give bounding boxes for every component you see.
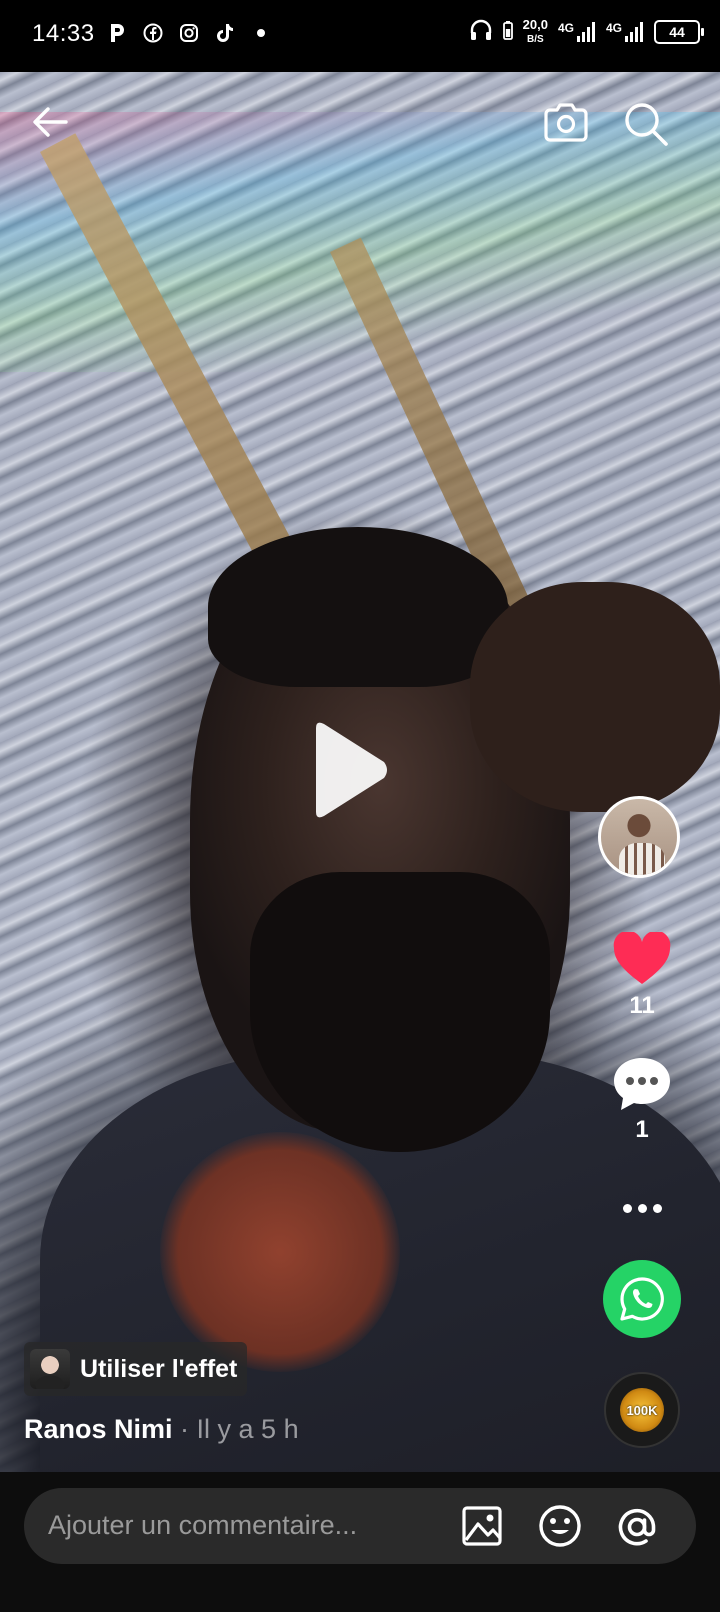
- post-info: Ranos Nimi · Il y a 5 h: [24, 1414, 299, 1445]
- search-icon: [625, 103, 668, 146]
- emoji-icon: [539, 1505, 581, 1547]
- heart-icon: [613, 930, 671, 984]
- author-avatar[interactable]: [598, 796, 680, 878]
- facebook-icon: [142, 22, 164, 44]
- more-dot: [652, 1203, 662, 1213]
- video-shirt-print: [160, 1132, 400, 1372]
- effect-label: Utiliser l'effet: [80, 1354, 238, 1383]
- author-name[interactable]: Ranos Nimi: [24, 1414, 173, 1444]
- comment-bubble-icon: [614, 1058, 670, 1110]
- use-effect-button[interactable]: Utiliser l'effet: [24, 1342, 248, 1396]
- like-count: 11: [629, 992, 655, 1019]
- tiktok-icon: [214, 22, 236, 44]
- more-dot: [637, 1203, 647, 1213]
- signal-bars-icon: [625, 22, 643, 42]
- signal-1: 4G: [558, 21, 596, 43]
- more-options-button[interactable]: [612, 1194, 672, 1222]
- comment-button[interactable]: [612, 1054, 672, 1114]
- dot-icon: [250, 22, 272, 44]
- battery-saver-icon: [502, 20, 513, 45]
- p-icon: [106, 22, 128, 44]
- status-app-icons: [106, 22, 272, 44]
- add-image-button[interactable]: [460, 1504, 504, 1548]
- camera-icon: [544, 103, 588, 142]
- comment-count: 1: [635, 1116, 649, 1143]
- video-hand: [470, 582, 720, 812]
- video-hair: [208, 527, 508, 687]
- status-time: 14:33: [32, 20, 95, 47]
- whatsapp-share-button[interactable]: [603, 1260, 681, 1338]
- back-button[interactable]: [28, 100, 72, 144]
- network-type-1: 4G: [557, 21, 574, 35]
- comment-placeholder: Ajouter un commentaire...: [48, 1510, 358, 1540]
- instagram-icon: [178, 22, 200, 44]
- more-dot: [622, 1203, 632, 1213]
- play-icon: [316, 722, 387, 818]
- headphones-icon: [469, 19, 493, 46]
- camera-button[interactable]: [542, 100, 588, 144]
- search-button[interactable]: [622, 100, 668, 146]
- speed-unit: B/S: [526, 34, 544, 45]
- status-bar: 14:33 20,0 B/S 4G 4G 44: [0, 0, 720, 72]
- arrow-left-icon: [33, 107, 68, 137]
- like-button[interactable]: [612, 930, 672, 988]
- mention-button[interactable]: [614, 1504, 658, 1548]
- video-beard: [250, 872, 550, 1152]
- network-type-2: 4G: [605, 21, 622, 35]
- signal-2: 4G: [606, 21, 644, 43]
- status-right: 20,0 B/S 4G 4G 44: [469, 18, 704, 46]
- network-speed: 20,0 B/S: [523, 18, 548, 46]
- battery-indicator: 44: [654, 20, 704, 44]
- whatsapp-icon: [620, 1277, 664, 1321]
- sound-disc-button[interactable]: 100K: [604, 1372, 680, 1448]
- signal-bars-icon: [576, 22, 595, 42]
- speed-value: 20,0: [522, 17, 548, 32]
- post-time: · Il y a 5 h: [180, 1414, 299, 1444]
- comment-bar: Ajouter un commentaire...: [0, 1472, 720, 1612]
- effect-thumbnail: [30, 1349, 70, 1389]
- sound-badge: 100K: [620, 1388, 664, 1432]
- emoji-button[interactable]: [538, 1504, 582, 1548]
- play-button[interactable]: [310, 718, 392, 822]
- at-sign-icon: [618, 1508, 656, 1546]
- avatar-figure: [619, 843, 665, 875]
- image-icon: [462, 1506, 502, 1546]
